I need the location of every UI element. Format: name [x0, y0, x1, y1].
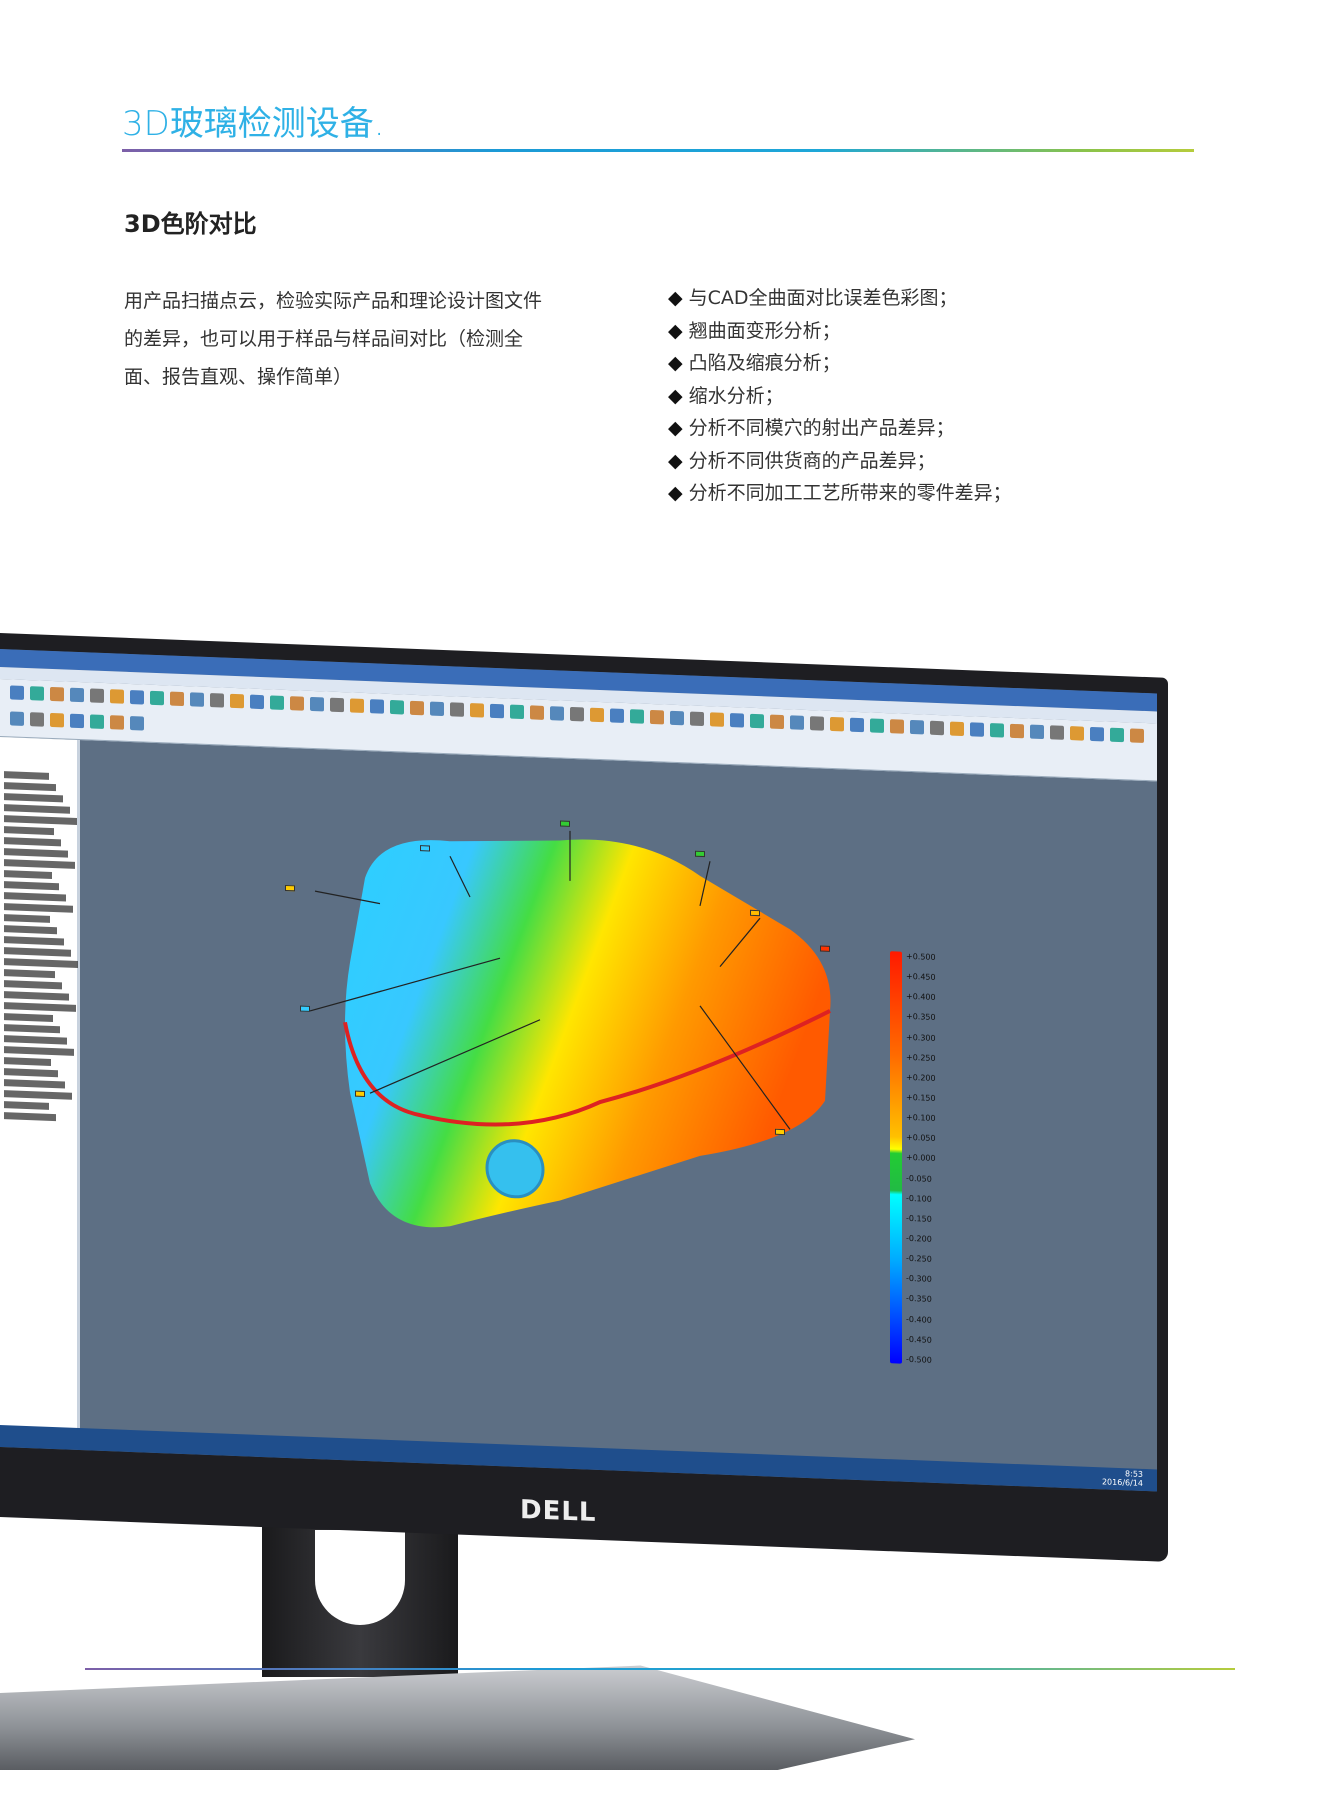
measure-tag — [560, 820, 570, 827]
boss-feature — [485, 1139, 545, 1199]
clock-date: 2016/6/14 — [1101, 1477, 1143, 1488]
scan-viewport — [309, 830, 831, 1228]
footer-divider — [85, 1668, 1235, 1670]
colorbar-label: +0.100 — [906, 1112, 936, 1124]
monitor-stand-base — [0, 1665, 915, 1770]
colorbar-label: -0.450 — [906, 1334, 932, 1345]
colorbar-label: +0.200 — [906, 1072, 936, 1083]
measure-tag — [355, 1090, 365, 1098]
feature-item: 与CAD全曲面对比误差色彩图； — [668, 282, 1012, 315]
colorbar-label: -0.100 — [906, 1193, 932, 1204]
measure-tag — [300, 1005, 310, 1012]
feature-item: 分析不同加工工艺所带来的零件差异； — [668, 477, 1012, 510]
taskbar-clock[interactable]: 8:53 2016/6/14 — [1102, 1468, 1143, 1488]
feature-item: 分析不同模穴的射出产品差异； — [668, 412, 1012, 445]
colorbar-label: -0.250 — [906, 1253, 932, 1264]
colorbar-label: -0.350 — [906, 1294, 932, 1305]
colorbar-label: -0.400 — [906, 1314, 932, 1325]
colorbar-label: +0.400 — [906, 992, 936, 1003]
monitor: +0.500 +0.450 +0.400 +0.350 +0.300 +0.250 +0.2… — [0, 633, 1168, 1562]
section-description: 用产品扫描点云，检验实际产品和理论设计图文件的差异，也可以用于样品与样品间对比（… — [124, 290, 543, 388]
measure-tag — [750, 909, 760, 917]
dell-logo: DELL — [520, 1494, 597, 1528]
stand-cable-hole — [315, 1530, 405, 1625]
feature-item: 缩水分析； — [668, 380, 1012, 413]
measure-tag — [775, 1128, 785, 1136]
scanned-part-colormap — [345, 839, 831, 1228]
page-title: 3D玻璃检测设备. — [122, 104, 385, 144]
colorbar-label: +0.150 — [906, 1092, 936, 1103]
section-heading: 3D色阶对比 — [124, 210, 257, 238]
colorbar-label: -0.500 — [906, 1354, 932, 1365]
measure-tag — [820, 945, 830, 952]
feature-item: 翘曲面变形分析； — [668, 315, 1012, 348]
colorbar-label: -0.050 — [906, 1173, 932, 1184]
colorbar-label: -0.150 — [906, 1213, 932, 1224]
measure-tag — [695, 850, 705, 858]
colorbar-label: -0.300 — [906, 1274, 932, 1285]
colorbar-label: +0.050 — [906, 1133, 936, 1144]
colorbar-labels: +0.500 +0.450 +0.400 +0.350 +0.300 +0.250 +0.2… — [906, 952, 936, 1365]
colorbar-label: +0.300 — [906, 1032, 936, 1043]
measure-tag — [420, 845, 430, 852]
colorbar-label: -0.200 — [906, 1233, 932, 1244]
feature-item: 凸陷及缩痕分析； — [668, 347, 1012, 380]
feature-list: 与CAD全曲面对比误差色彩图； 翘曲面变形分析； 凸陷及缩痕分析； 缩水分析； … — [668, 282, 1012, 510]
colorbar-label: +0.000 — [906, 1153, 936, 1164]
colorbar-label: +0.350 — [906, 1012, 936, 1023]
feature-item: 分析不同供货商的产品差异； — [668, 445, 1012, 478]
monitor-screen: +0.500 +0.450 +0.400 +0.350 +0.300 +0.250 +0.2… — [0, 649, 1157, 1492]
colorbar-label: +0.500 — [906, 951, 936, 962]
measure-tag — [285, 884, 295, 892]
title-divider — [122, 149, 1194, 152]
colorbar-label: +0.450 — [906, 971, 936, 983]
colorbar-label: +0.250 — [906, 1052, 936, 1063]
deviation-colorbar — [890, 951, 902, 1364]
